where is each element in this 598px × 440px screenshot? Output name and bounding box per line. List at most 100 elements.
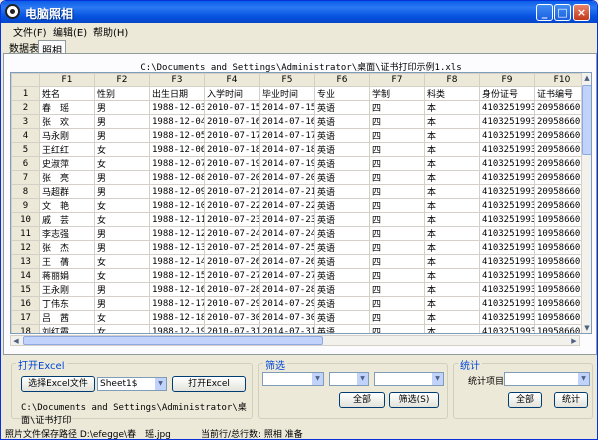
table-cell[interactable]: 四 <box>369 184 425 199</box>
table-cell[interactable]: 1988-12-05 <box>149 128 205 143</box>
chevron-down-icon[interactable]: ▼ <box>578 373 589 385</box>
column-header[interactable]: F4 <box>204 73 260 87</box>
table-cell[interactable]: 2010-07-22 <box>204 198 260 213</box>
scroll-thumb[interactable] <box>582 85 591 155</box>
table-cell[interactable]: 2014-07-25 <box>259 240 315 255</box>
chevron-down-icon[interactable]: ▼ <box>357 373 368 385</box>
table-cell[interactable]: 2014-07-29 <box>259 296 315 311</box>
table-cell[interactable]: 1988-12-16 <box>149 282 205 297</box>
row-number[interactable]: 11 <box>11 226 40 241</box>
table-cell[interactable]: 马永刚 <box>39 128 95 143</box>
horizontal-scrollbar[interactable]: ◀ ▶ <box>10 335 580 346</box>
table-cell[interactable]: 英语 <box>314 198 370 213</box>
table-cell[interactable]: 1988-12-13 <box>149 240 205 255</box>
table-cell[interactable]: 张 亮 <box>39 170 95 185</box>
grid-corner[interactable] <box>11 73 40 87</box>
table-cell[interactable]: 1988-12-15 <box>149 268 205 283</box>
row-number[interactable]: 9 <box>11 198 40 213</box>
table-row[interactable]: 9文 艳女 1988-12-10 2010-07-22 2014-07-22 英语四本 4… <box>11 198 590 213</box>
table-cell[interactable]: 4103251993011 <box>479 254 535 269</box>
choose-excel-button[interactable]: 选择Excel文件 <box>21 376 95 392</box>
row-number[interactable]: 13 <box>11 254 40 269</box>
table-row[interactable]: 3张 欢男 1988-12-04 2010-07-16 2014-07-16 英语四本 4… <box>11 114 590 129</box>
table-cell[interactable]: 2014-07-24 <box>259 226 315 241</box>
column-header[interactable]: F5 <box>259 73 315 87</box>
column-header[interactable]: F1 <box>39 73 95 87</box>
table-cell[interactable]: 文 艳 <box>39 198 95 213</box>
table-cell[interactable]: 男 <box>94 296 150 311</box>
table-cell[interactable]: 身份证号 <box>479 86 535 101</box>
table-cell[interactable]: 2010-07-17 <box>204 128 260 143</box>
table-cell[interactable]: 男 <box>94 100 150 115</box>
table-cell[interactable]: 1988-12-08 <box>149 170 205 185</box>
table-row[interactable]: 8 马超群男 1988-12-09 2010-07-21 2014-07-21 英语四本 4… <box>11 184 590 199</box>
row-number[interactable]: 6 <box>11 156 40 171</box>
table-cell[interactable]: 本 <box>424 296 480 311</box>
table-cell[interactable]: 英语 <box>314 310 370 325</box>
table-cell[interactable]: 2014-07-26 <box>259 254 315 269</box>
table-cell[interactable]: 本 <box>424 114 480 129</box>
table-cell[interactable]: 2010-07-21 <box>204 184 260 199</box>
table-cell[interactable]: 英语 <box>314 114 370 129</box>
table-cell[interactable]: 男 <box>94 114 150 129</box>
table-row[interactable]: 18 刘红霞女 1988-12-19 2010-07-31 2014-07-31 英语四本… <box>11 324 590 333</box>
maximize-button[interactable]: □ <box>554 4 571 21</box>
table-cell[interactable]: 本 <box>424 184 480 199</box>
table-cell[interactable]: 本 <box>424 198 480 213</box>
table-cell[interactable]: 张 杰 <box>39 240 95 255</box>
table-cell[interactable]: 张 欢 <box>39 114 95 129</box>
table-cell[interactable]: 男 <box>94 128 150 143</box>
table-cell[interactable]: 2014-07-18 <box>259 142 315 157</box>
table-cell[interactable]: 4103251993011 <box>479 212 535 227</box>
table-cell[interactable]: 科类 <box>424 86 480 101</box>
table-cell[interactable]: 2010-07-20 <box>204 170 260 185</box>
row-number[interactable]: 5 <box>11 142 40 157</box>
table-cell[interactable]: 性别 <box>94 86 150 101</box>
table-cell[interactable]: 2010-07-19 <box>204 156 260 171</box>
table-cell[interactable]: 2014-07-31 <box>259 324 315 333</box>
table-cell[interactable]: 吕 茜 <box>39 310 95 325</box>
filter-all-button[interactable]: 全部 <box>339 392 385 408</box>
table-cell[interactable]: 女 <box>94 212 150 227</box>
table-cell[interactable]: 英语 <box>314 296 370 311</box>
table-cell[interactable]: 1988-12-18 <box>149 310 205 325</box>
table-row[interactable]: 10 戚 芸女 1988-12-11 2010-07-23 2014-07-23 英语四本… <box>11 212 590 227</box>
table-cell[interactable]: 4103251993011 <box>479 156 535 171</box>
table-cell[interactable]: 男 <box>94 226 150 241</box>
column-header[interactable]: F6 <box>314 73 370 87</box>
chevron-down-icon[interactable]: ▼ <box>312 373 323 385</box>
table-cell[interactable]: 本 <box>424 254 480 269</box>
table-cell[interactable]: 1988-12-19 <box>149 324 205 333</box>
table-cell[interactable]: 王 蒨 <box>39 254 95 269</box>
table-cell[interactable]: 4103251993011 <box>479 240 535 255</box>
table-cell[interactable]: 1988-12-07 <box>149 156 205 171</box>
table-cell[interactable]: 2014-07-15 <box>259 100 315 115</box>
table-cell[interactable]: 四 <box>369 142 425 157</box>
table-row[interactable]: 14 蒋丽娟女 1988-12-15 2010-07-27 2014-07-27 英语四本… <box>11 268 590 283</box>
column-header[interactable]: F9 <box>479 73 535 87</box>
table-cell[interactable]: 4103251993011 <box>479 184 535 199</box>
table-cell[interactable]: 出生日期 <box>149 86 205 101</box>
table-cell[interactable]: 2010-07-25 <box>204 240 260 255</box>
table-cell[interactable]: 本 <box>424 268 480 283</box>
chevron-down-icon[interactable]: ▼ <box>432 373 443 385</box>
open-excel-button[interactable]: 打开Excel <box>172 376 246 392</box>
column-header[interactable]: F3 <box>149 73 205 87</box>
table-cell[interactable]: 四 <box>369 156 425 171</box>
table-cell[interactable]: 四 <box>369 198 425 213</box>
table-cell[interactable]: 4103251993011 <box>479 310 535 325</box>
table-cell[interactable]: 四 <box>369 114 425 129</box>
table-cell[interactable]: 英语 <box>314 282 370 297</box>
menu-file[interactable]: 文件(F) <box>13 24 47 39</box>
table-cell[interactable]: 春 瑶 <box>39 100 95 115</box>
vertical-scrollbar[interactable]: ▲ ▼ <box>581 73 591 333</box>
table-cell[interactable]: 史淑萍 <box>39 156 95 171</box>
table-cell[interactable]: 四 <box>369 268 425 283</box>
column-header[interactable]: F8 <box>424 73 480 87</box>
row-number[interactable]: 7 <box>11 170 40 185</box>
table-cell[interactable]: 王红红 <box>39 142 95 157</box>
table-cell[interactable]: 2010-07-18 <box>204 142 260 157</box>
row-number[interactable]: 15 <box>11 282 40 297</box>
table-cell[interactable]: 2014-07-16 <box>259 114 315 129</box>
table-cell[interactable]: 4103251993011 <box>479 226 535 241</box>
